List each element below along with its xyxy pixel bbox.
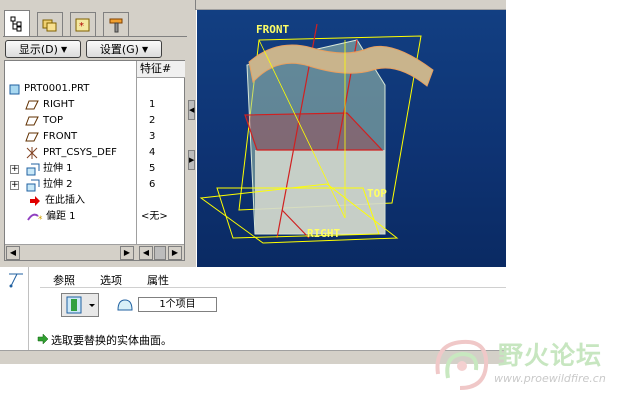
csys-icon [26, 147, 38, 159]
top-datum-label: TOP [367, 187, 387, 200]
tree-item-label: 偏距 1 [46, 211, 76, 222]
feature-number: 6 [149, 179, 156, 190]
collapse-right-icon[interactable]: ▶ [188, 150, 195, 170]
scroll-left-icon[interactable]: ◀ [139, 246, 153, 260]
tab-options[interactable]: 选项 [100, 272, 122, 288]
tree-item-label: 拉伸 1 [43, 163, 73, 174]
tree-item-label: 在此插入 [45, 195, 85, 206]
feature-number-column-header[interactable]: 特征# [136, 61, 185, 78]
scroll-thumb[interactable] [154, 246, 166, 260]
watermark-logo [435, 339, 489, 390]
surface-select-icon [66, 296, 95, 314]
tab-references[interactable]: 参照 [53, 272, 75, 288]
datum-plane-icon [25, 132, 39, 142]
tree-item-csys[interactable]: PRT_CSYS_DEF 4 [5, 145, 183, 161]
model-tree-icon [10, 16, 22, 32]
navigator-splitter[interactable]: ◀ ▶ [187, 10, 196, 267]
right-datum-label: RIGHT [307, 227, 341, 240]
collapse-left-icon[interactable]: ◀ [188, 100, 195, 120]
chevron-down-icon: ▼ [60, 44, 68, 54]
tree-item-extrude-1[interactable]: + 拉伸 1 5 [5, 161, 183, 177]
show-dropdown-button[interactable]: 显示(D) ▼ [5, 40, 81, 58]
settings-button-label: 设置(G) [99, 43, 139, 56]
model-tree: 特征# PRT0001.PRT RIGHT 1 TOP 2 FRONT 3 PR… [4, 60, 185, 261]
surface-icon [117, 299, 133, 311]
horizontal-scrollbar[interactable]: ◀ ▶ ◀ ▶ [5, 244, 184, 260]
feature-type-icon [9, 273, 23, 288]
tree-item-label: PRT0001.PRT [24, 83, 90, 94]
tree-item-part[interactable]: PRT0001.PRT [5, 81, 183, 97]
tab-row-divider [3, 36, 189, 37]
tree-item-front[interactable]: FRONT 3 [5, 129, 183, 145]
svg-text:*: * [38, 215, 43, 224]
folder-browser-tab[interactable] [37, 12, 63, 36]
solid-lower-face [255, 150, 385, 234]
extrude-icon [26, 163, 40, 176]
tab-properties[interactable]: 属性 [147, 272, 169, 288]
navigator-panel: * 显示(D) ▼ 设置(G) ▼ 特征# PRT0001.PRT RIGHT … [0, 0, 196, 267]
feature-number: 1 [149, 99, 156, 110]
favorites-icon: * [75, 18, 90, 32]
tree-item-label: 拉伸 2 [43, 179, 73, 190]
tree-item-offset-1[interactable]: * 偏距 1 <无> [5, 209, 183, 225]
tree-item-extrude-2[interactable]: + 拉伸 2 6 [5, 177, 183, 193]
tab-underline [40, 287, 506, 288]
prompt-arrow-icon [37, 333, 49, 345]
tree-item-right[interactable]: RIGHT 1 [5, 97, 183, 113]
folder-browser-icon [42, 19, 57, 31]
message-prompt: 选取要替换的实体曲面。 [51, 334, 172, 347]
part-icon [9, 84, 20, 95]
show-button-label: 显示(D) [18, 43, 58, 56]
feature-number: 2 [149, 115, 156, 126]
model-view [199, 23, 434, 244]
feature-number: 5 [149, 163, 156, 174]
insert-here-icon [30, 196, 40, 206]
svg-text:*: * [79, 21, 84, 32]
connections-tab[interactable] [103, 12, 129, 36]
feature-number: <无> [141, 211, 168, 222]
watermark-url: www.proewildfire.cn [494, 372, 606, 385]
datum-plane-icon [25, 116, 39, 126]
extrude-icon [26, 179, 40, 192]
references-collector[interactable]: 1个项目 [138, 297, 217, 312]
front-datum-label: FRONT [256, 23, 290, 36]
chevron-down-icon: ▼ [141, 44, 149, 54]
scroll-right-icon[interactable]: ▶ [120, 246, 134, 260]
tree-item-top[interactable]: TOP 2 [5, 113, 183, 129]
offset-icon: * [27, 213, 43, 224]
expand-icon[interactable]: + [10, 165, 19, 174]
tree-item-label: PRT_CSYS_DEF [43, 147, 117, 158]
settings-dropdown-button[interactable]: 设置(G) ▼ [86, 40, 162, 58]
watermark-text: 野火论坛 [498, 341, 603, 370]
tree-item-label: RIGHT [43, 99, 75, 110]
connections-icon [109, 18, 123, 32]
scroll-left-icon[interactable]: ◀ [6, 246, 20, 260]
dashboard-divider [28, 267, 29, 351]
favorites-tab[interactable]: * [70, 12, 96, 36]
tree-item-label: TOP [43, 115, 64, 126]
expand-icon[interactable]: + [10, 181, 19, 190]
scroll-right-icon[interactable]: ▶ [168, 246, 182, 260]
replace-surface-button[interactable] [61, 293, 99, 317]
graphics-window[interactable]: FRONT TOP RIGHT [197, 10, 506, 267]
model-tree-tab[interactable] [4, 10, 30, 37]
tree-item-label: FRONT [43, 131, 78, 142]
tree-item-insert-here[interactable]: 在此插入 [5, 193, 183, 209]
feature-number: 4 [149, 147, 156, 158]
feature-number: 3 [149, 131, 156, 142]
datum-plane-icon [25, 100, 39, 110]
